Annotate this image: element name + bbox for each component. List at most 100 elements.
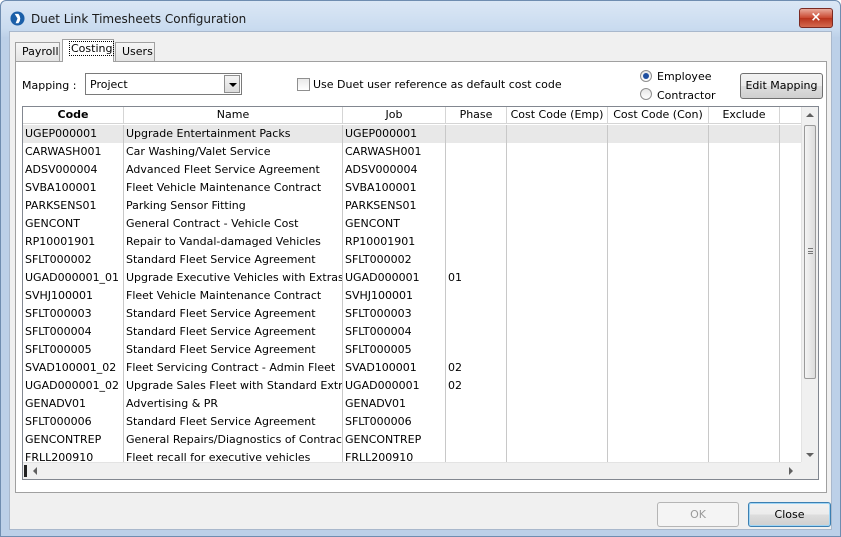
- cell-job[interactable]: GENCONTREP: [343, 431, 446, 449]
- column-header-cost-code-emp[interactable]: Cost Code (Emp): [507, 107, 608, 124]
- table-row[interactable]: SVHJ100001 Fleet Vehicle Maintenance Cont…: [23, 287, 803, 305]
- scroll-down-icon[interactable]: [806, 453, 814, 457]
- cell-code[interactable]: PARKSENS01: [23, 197, 124, 215]
- cell-extra[interactable]: [780, 359, 803, 377]
- tab-payroll[interactable]: Payroll: [15, 42, 60, 62]
- vertical-scroll-thumb[interactable]: [804, 125, 816, 379]
- cell-exclude[interactable]: [709, 359, 780, 377]
- scroll-left-icon[interactable]: [33, 467, 37, 475]
- cell-exclude[interactable]: [709, 341, 780, 359]
- mapping-dropdown[interactable]: Project: [85, 73, 242, 95]
- cell-cost-code-con[interactable]: [608, 341, 709, 359]
- cell-cost-code-emp[interactable]: [507, 359, 608, 377]
- table-row[interactable]: SFLT000003 Standard Fleet Service Agreeme…: [23, 305, 803, 323]
- cell-phase[interactable]: [446, 341, 507, 359]
- cell-name[interactable]: General Contract - Vehicle Cost: [124, 215, 343, 233]
- cell-exclude[interactable]: [709, 287, 780, 305]
- column-header-extra[interactable]: [780, 107, 803, 124]
- table-row[interactable]: UGAD000001_02 Upgrade Sales Fleet with St…: [23, 377, 803, 395]
- use-duet-reference-label[interactable]: Use Duet user reference as default cost …: [313, 78, 562, 91]
- column-header-code[interactable]: Code: [23, 107, 124, 124]
- cell-job[interactable]: GENADV01: [343, 395, 446, 413]
- table-row[interactable]: SFLT000005 Standard Fleet Service Agreeme…: [23, 341, 803, 359]
- cell-extra[interactable]: [780, 161, 803, 179]
- cell-cost-code-con[interactable]: [608, 395, 709, 413]
- table-row[interactable]: GENCONT General Contract - Vehicle Cost GE…: [23, 215, 803, 233]
- cell-code[interactable]: GENADV01: [23, 395, 124, 413]
- cell-exclude[interactable]: [709, 323, 780, 341]
- cell-code[interactable]: SFLT000004: [23, 323, 124, 341]
- cell-extra[interactable]: [780, 395, 803, 413]
- cell-code[interactable]: CARWASH001: [23, 143, 124, 161]
- cell-code[interactable]: GENCONT: [23, 215, 124, 233]
- cell-extra[interactable]: [780, 251, 803, 269]
- cell-job[interactable]: SFLT000003: [343, 305, 446, 323]
- cell-code[interactable]: RP10001901: [23, 233, 124, 251]
- cell-job[interactable]: UGAD000001: [343, 377, 446, 395]
- column-header-exclude[interactable]: Exclude: [709, 107, 780, 124]
- cell-job[interactable]: SVBA100001: [343, 179, 446, 197]
- cell-extra[interactable]: [780, 143, 803, 161]
- cell-job[interactable]: SFLT000002: [343, 251, 446, 269]
- cell-code[interactable]: UGAD000001_01: [23, 269, 124, 287]
- cell-extra[interactable]: [780, 323, 803, 341]
- cell-cost-code-emp[interactable]: [507, 431, 608, 449]
- cell-code[interactable]: SVBA100001: [23, 179, 124, 197]
- cell-phase[interactable]: [446, 323, 507, 341]
- cell-cost-code-emp[interactable]: [507, 287, 608, 305]
- cell-extra[interactable]: [780, 431, 803, 449]
- cell-phase[interactable]: [446, 251, 507, 269]
- cell-cost-code-emp[interactable]: [507, 179, 608, 197]
- ok-button[interactable]: OK: [657, 502, 739, 527]
- edit-mapping-button[interactable]: Edit Mapping: [740, 73, 823, 99]
- scroll-up-icon[interactable]: [806, 113, 814, 117]
- table-row[interactable]: UGEP000001 Upgrade Entertainment Packs UGE…: [23, 125, 803, 143]
- cell-exclude[interactable]: [709, 251, 780, 269]
- cell-code[interactable]: SFLT000006: [23, 413, 124, 431]
- cell-code[interactable]: SVAD100001_02: [23, 359, 124, 377]
- chevron-down-icon[interactable]: [224, 75, 240, 93]
- cell-exclude[interactable]: [709, 269, 780, 287]
- use-duet-reference-checkbox[interactable]: [297, 78, 310, 91]
- cell-code[interactable]: ADSV000004: [23, 161, 124, 179]
- cell-name[interactable]: Standard Fleet Service Agreement: [124, 251, 343, 269]
- table-row[interactable]: PARKSENS01 Parking Sensor Fitting PARKSENS…: [23, 197, 803, 215]
- cell-cost-code-emp[interactable]: [507, 125, 608, 143]
- cell-phase[interactable]: [446, 305, 507, 323]
- cell-name[interactable]: Advertising & PR: [124, 395, 343, 413]
- table-row[interactable]: GENCONTREP General Repairs/Diagnostics of…: [23, 431, 803, 449]
- table-row[interactable]: ADSV000004 Advanced Fleet Service Agreeme…: [23, 161, 803, 179]
- tab-costing[interactable]: Costing: [62, 39, 115, 62]
- cell-name[interactable]: Advanced Fleet Service Agreement: [124, 161, 343, 179]
- cell-exclude[interactable]: [709, 143, 780, 161]
- cell-cost-code-emp[interactable]: [507, 305, 608, 323]
- cell-code[interactable]: SVHJ100001: [23, 287, 124, 305]
- table-row[interactable]: RP10001901 Repair to Vandal-damaged Vehic…: [23, 233, 803, 251]
- cell-exclude[interactable]: [709, 395, 780, 413]
- cell-extra[interactable]: [780, 305, 803, 323]
- cell-extra[interactable]: [780, 125, 803, 143]
- cell-job[interactable]: UGAD000001: [343, 269, 446, 287]
- table-row[interactable]: SFLT000002 Standard Fleet Service Agreeme…: [23, 251, 803, 269]
- cell-extra[interactable]: [780, 341, 803, 359]
- cell-exclude[interactable]: [709, 431, 780, 449]
- cell-extra[interactable]: [780, 197, 803, 215]
- horizontal-scroll-thumb[interactable]: [24, 465, 27, 477]
- cell-exclude[interactable]: [709, 413, 780, 431]
- cell-cost-code-con[interactable]: [608, 431, 709, 449]
- table-row[interactable]: SFLT000006 Standard Fleet Service Agreeme…: [23, 413, 803, 431]
- cell-job[interactable]: SFLT000005: [343, 341, 446, 359]
- cell-cost-code-emp[interactable]: [507, 161, 608, 179]
- cell-cost-code-con[interactable]: [608, 287, 709, 305]
- cell-phase[interactable]: [446, 143, 507, 161]
- tab-users[interactable]: Users: [115, 42, 155, 62]
- column-header-phase[interactable]: Phase: [446, 107, 507, 124]
- cell-name[interactable]: Standard Fleet Service Agreement: [124, 305, 343, 323]
- cell-code[interactable]: SFLT000002: [23, 251, 124, 269]
- cell-job[interactable]: CARWASH001: [343, 143, 446, 161]
- cell-phase[interactable]: [446, 215, 507, 233]
- cell-code[interactable]: SFLT000005: [23, 341, 124, 359]
- cell-cost-code-con[interactable]: [608, 359, 709, 377]
- cell-phase[interactable]: [446, 395, 507, 413]
- cell-phase[interactable]: [446, 161, 507, 179]
